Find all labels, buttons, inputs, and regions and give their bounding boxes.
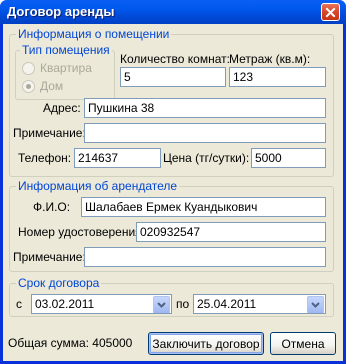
radio-house[interactable]: [22, 80, 35, 93]
room-info-group-title: Информация о помещении: [16, 27, 172, 41]
date-to-picker[interactable]: 25.04.2011: [193, 294, 326, 314]
date-from-picker[interactable]: 03.02.2011: [31, 294, 172, 314]
phone-input[interactable]: 214637: [74, 148, 161, 168]
radio-selected-dot: [26, 84, 31, 89]
address-label: Адрес:: [43, 101, 81, 115]
date-to-dropdown-button[interactable]: [307, 296, 324, 313]
confirm-contract-button[interactable]: Заключить договор: [148, 332, 264, 355]
tenant-note-input[interactable]: [84, 247, 326, 267]
radio-house-label: Дом: [40, 79, 64, 93]
date-from-label: с: [16, 297, 22, 311]
area-input[interactable]: 123: [229, 67, 326, 87]
date-from-value: 03.02.2011: [35, 297, 95, 311]
total-sum-label: Общая сумма: 405000: [8, 336, 133, 350]
price-label: Цена (тг/сутки):: [163, 151, 250, 165]
title-bar[interactable]: Договор аренды: [0, 0, 346, 24]
contract-term-group-title: Срок договора: [16, 276, 102, 290]
room-note-label: Примечание:: [13, 126, 86, 140]
cancel-button[interactable]: Отмена: [270, 332, 336, 355]
tenant-info-group: Информация об арендателе Ф.И.О: Шалабаев…: [9, 179, 334, 272]
chevron-down-icon: [157, 302, 166, 308]
room-info-group: Информация о помещении Тип помещения Ква…: [9, 27, 334, 177]
window-title: Договор аренды: [7, 4, 115, 19]
dialog-window: Договор аренды Информация о помещении Ти…: [0, 0, 346, 364]
rooms-label: Количество комнат:: [120, 52, 230, 66]
close-icon: [325, 7, 336, 17]
dialog-body: Информация о помещении Тип помещения Ква…: [3, 24, 343, 361]
rooms-input[interactable]: 5: [120, 67, 226, 87]
fullname-label: Ф.И.О:: [33, 200, 71, 214]
date-to-value: 25.04.2011: [197, 297, 257, 311]
id-number-label: Номер удостоверения:: [18, 225, 146, 239]
room-type-group: Тип помещения Квартира Дом: [15, 43, 115, 100]
room-note-input[interactable]: [84, 123, 326, 143]
chevron-down-icon: [311, 302, 320, 308]
fullname-input[interactable]: Шалабаев Ермек Куандыкович: [81, 197, 326, 217]
area-label: Метраж (кв.м):: [229, 52, 311, 66]
radio-apartment[interactable]: [22, 62, 35, 75]
close-button[interactable]: [321, 3, 340, 21]
room-type-group-title: Тип помещения: [20, 43, 112, 57]
radio-apartment-label: Квартира: [40, 61, 92, 75]
address-input[interactable]: Пушкина 38: [84, 98, 326, 118]
date-from-dropdown-button[interactable]: [153, 296, 170, 313]
price-input[interactable]: 5000: [251, 148, 326, 168]
id-number-input[interactable]: 020932547: [136, 222, 326, 242]
date-to-label: по: [176, 297, 190, 311]
tenant-note-label: Примечание:: [13, 250, 86, 264]
contract-term-group: Срок договора с 03.02.2011 по 25.04.2011: [9, 276, 334, 317]
tenant-info-group-title: Информация об арендателе: [16, 179, 180, 193]
phone-label: Телефон:: [18, 151, 72, 165]
